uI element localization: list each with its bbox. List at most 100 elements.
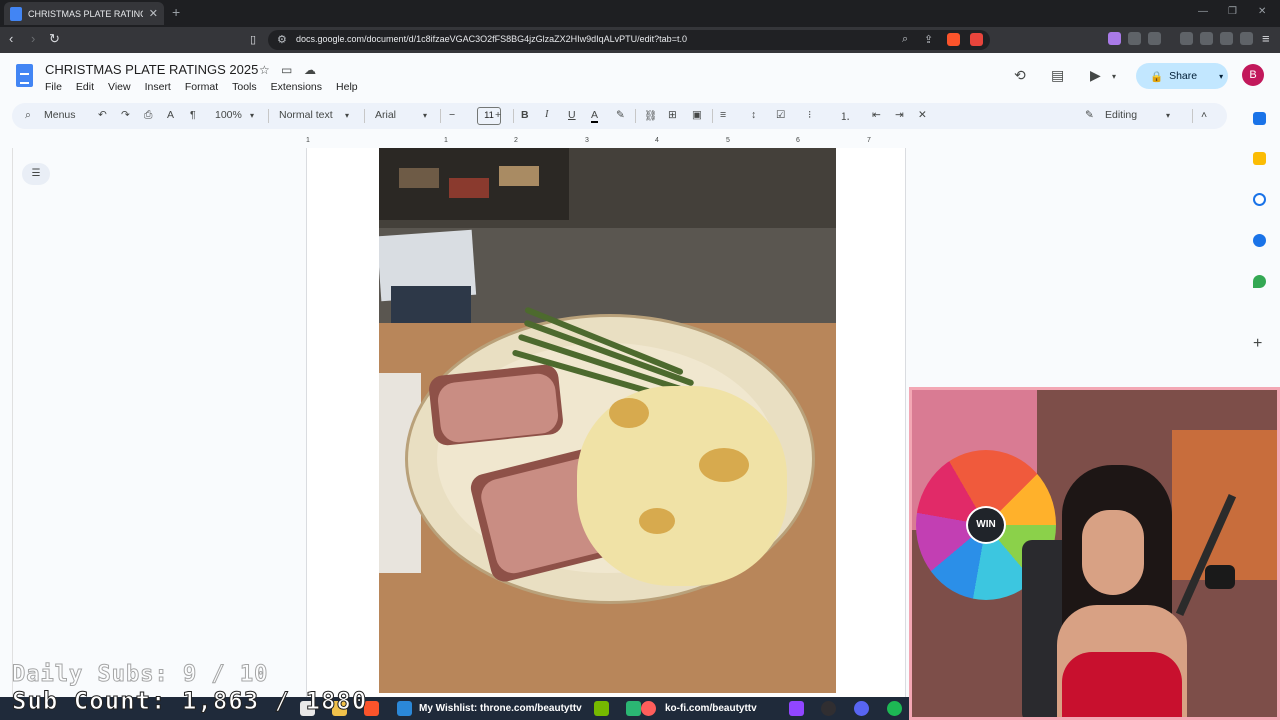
extension-icon[interactable] xyxy=(1148,32,1161,45)
tasks-icon[interactable] xyxy=(1253,193,1266,206)
paint-format-icon[interactable]: ¶ xyxy=(190,109,196,121)
menu-extensions[interactable]: Extensions xyxy=(271,81,322,93)
leo-ai-icon[interactable] xyxy=(1220,32,1233,45)
brave-rewards-icon[interactable] xyxy=(970,33,983,46)
spellcheck-icon[interactable]: A xyxy=(167,109,174,121)
align-icon[interactable]: ≡ xyxy=(720,109,726,121)
maps-icon[interactable] xyxy=(1253,275,1266,288)
vpn-icon[interactable] xyxy=(1240,32,1253,45)
nvidia-icon[interactable] xyxy=(594,701,609,716)
menu-edit[interactable]: Edit xyxy=(76,81,94,93)
share-button[interactable]: 🔒 Share ▾ xyxy=(1136,63,1228,89)
style-select[interactable]: Normal text xyxy=(279,109,333,121)
toolbar-divider xyxy=(268,109,269,123)
reload-icon[interactable]: ↻ xyxy=(49,31,60,47)
cloud-status-icon[interactable]: ☁ xyxy=(304,63,316,77)
forward-icon[interactable]: › xyxy=(31,31,35,46)
browser-tab[interactable]: CHRISTMAS PLATE RATINGS 20... ✕ xyxy=(4,2,164,25)
menu-help[interactable]: Help xyxy=(336,81,358,93)
keep-icon[interactable] xyxy=(1253,152,1266,165)
chevron-down-icon[interactable]: ▾ xyxy=(1112,72,1116,81)
star-icon[interactable]: ☆ xyxy=(259,63,270,77)
close-window-button[interactable]: ✕ xyxy=(1258,6,1266,17)
collapse-menus-icon[interactable]: ˄ xyxy=(1201,109,1207,121)
back-icon[interactable]: ‹ xyxy=(9,31,13,46)
print-icon[interactable]: ⎙ xyxy=(144,109,152,122)
undo-icon[interactable]: ↶ xyxy=(98,109,107,121)
app-icon[interactable] xyxy=(397,701,412,716)
move-folder-icon[interactable]: ▭ xyxy=(281,63,292,77)
browser-toolbar: ‹ › ↻ ▯ ⚙ docs.google.com/document/d/1c8… xyxy=(0,27,1280,53)
sidebar-toggle-icon[interactable] xyxy=(1180,32,1193,45)
extensions-puzzle-icon[interactable] xyxy=(1128,32,1141,45)
add-comment-icon[interactable]: ⊞ xyxy=(668,109,677,121)
numbered-list-icon[interactable]: ⒈ xyxy=(840,109,851,124)
bulleted-list-icon[interactable]: ⁝ xyxy=(808,109,811,121)
share-page-icon[interactable]: ⇪ xyxy=(924,33,933,46)
contacts-icon[interactable] xyxy=(1253,234,1266,247)
app-icon[interactable] xyxy=(626,701,641,716)
add-addon-icon[interactable]: + xyxy=(1253,335,1262,353)
line-spacing-icon[interactable]: ↕ xyxy=(751,109,756,121)
menu-file[interactable]: File xyxy=(45,81,62,93)
browser-menu-icon[interactable]: ≡ xyxy=(1262,31,1270,46)
maximize-button[interactable]: ❐ xyxy=(1228,6,1237,17)
underline-icon[interactable]: U xyxy=(568,109,576,121)
chevron-down-icon[interactable]: ▾ xyxy=(1219,72,1223,81)
wallet-icon[interactable] xyxy=(1200,32,1213,45)
avatar[interactable]: B xyxy=(1242,64,1264,86)
new-tab-button[interactable]: + xyxy=(172,4,180,20)
bold-icon[interactable]: B xyxy=(521,109,529,121)
increase-indent-icon[interactable]: ⇥ xyxy=(895,109,904,121)
outline-icon[interactable]: ☰ xyxy=(22,163,50,185)
chevron-down-icon[interactable]: ▾ xyxy=(423,111,427,120)
menu-view[interactable]: View xyxy=(108,81,131,93)
docs-logo-icon[interactable] xyxy=(16,64,33,87)
extension-icon[interactable] xyxy=(1108,32,1121,45)
link-icon[interactable]: ⛓ xyxy=(644,109,657,122)
version-history-icon[interactable]: ⟲ xyxy=(1014,67,1026,84)
search-icon[interactable]: ⌕ xyxy=(25,109,31,122)
document-title[interactable]: CHRISTMAS PLATE RATINGS 2025 xyxy=(45,62,258,77)
obs-icon[interactable] xyxy=(821,701,836,716)
calendar-icon[interactable] xyxy=(1253,112,1266,125)
editing-mode-select[interactable]: Editing xyxy=(1105,109,1137,121)
redo-icon[interactable]: ↷ xyxy=(121,109,130,121)
menu-format[interactable]: Format xyxy=(185,81,218,93)
tab-close-icon[interactable]: ✕ xyxy=(149,7,158,20)
chevron-down-icon[interactable]: ▾ xyxy=(250,111,254,120)
toolbar-divider xyxy=(440,109,441,123)
insert-image-icon[interactable]: ▣ xyxy=(692,109,702,121)
meet-icon[interactable]: ▶ xyxy=(1090,67,1101,84)
minimize-button[interactable]: — xyxy=(1198,6,1208,17)
menu-insert[interactable]: Insert xyxy=(145,81,171,93)
discord-icon[interactable] xyxy=(854,701,869,716)
bookmark-icon[interactable]: ▯ xyxy=(250,33,256,46)
increase-font-size-icon[interactable]: + xyxy=(495,109,501,121)
christmas-plate-photo[interactable] xyxy=(379,148,836,693)
toolbar-divider xyxy=(712,109,713,123)
highlight-icon[interactable]: ✎ xyxy=(616,109,625,121)
comments-icon[interactable]: ▤ xyxy=(1051,67,1064,84)
docs-favicon-icon xyxy=(10,6,22,21)
formatting-toolbar: ⌕ Menus ↶ ↷ ⎙ A ¶ 100% ▾ Normal text ▾ A… xyxy=(12,103,1227,129)
zoom-select[interactable]: 100% xyxy=(215,109,242,121)
site-info-icon[interactable]: ⚙ xyxy=(277,33,287,46)
address-bar[interactable]: ⚙ docs.google.com/document/d/1c8ifzaeVGA… xyxy=(268,30,990,50)
twitch-icon[interactable] xyxy=(789,701,804,716)
clear-formatting-icon[interactable]: ✕ xyxy=(918,109,927,121)
brave-shield-icon[interactable] xyxy=(947,33,960,46)
chevron-down-icon[interactable]: ▾ xyxy=(345,111,349,120)
spotify-icon[interactable] xyxy=(887,701,902,716)
italic-icon[interactable]: I xyxy=(545,109,549,120)
toolbar-divider xyxy=(1192,109,1193,123)
decrease-font-size-icon[interactable]: − xyxy=(449,109,455,121)
zoom-icon[interactable]: ⌕ xyxy=(902,33,908,46)
text-color-icon[interactable]: A xyxy=(591,109,599,123)
font-select[interactable]: Arial xyxy=(375,109,396,121)
decrease-indent-icon[interactable]: ⇤ xyxy=(872,109,881,121)
checklist-icon[interactable]: ☑ xyxy=(776,109,785,121)
search-menus[interactable]: Menus xyxy=(44,109,76,121)
chevron-down-icon[interactable]: ▾ xyxy=(1166,111,1170,120)
menu-tools[interactable]: Tools xyxy=(232,81,257,93)
